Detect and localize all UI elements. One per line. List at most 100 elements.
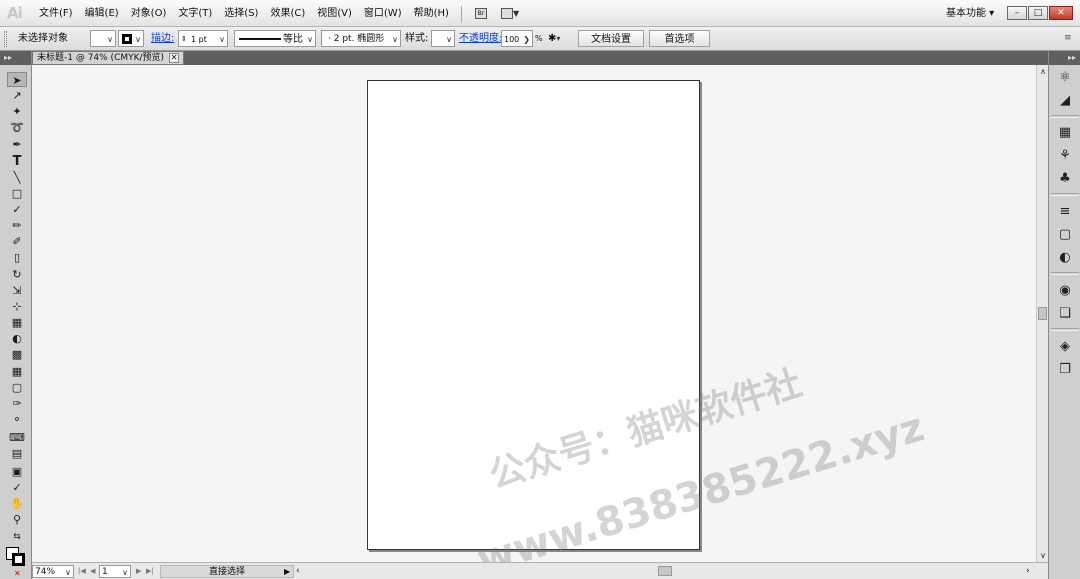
menu-type[interactable]: 文字(T): [172, 0, 218, 27]
hand-tool-icon[interactable]: ✋: [7, 496, 27, 511]
zoom-tool-icon[interactable]: ⚲: [7, 512, 27, 527]
symbol-sprayer-tool-icon[interactable]: ⌨: [7, 430, 27, 445]
dock-divider: [1051, 193, 1079, 196]
blend-tool-icon[interactable]: ⚬: [7, 412, 27, 427]
previous-artboard-icon[interactable]: ◀: [90, 565, 95, 578]
preferences-button[interactable]: 首选项: [649, 30, 710, 47]
chevron-down-icon: ∨: [392, 35, 398, 44]
opacity-label[interactable]: 不透明度:: [459, 30, 502, 47]
stroke-swatch-icon: [122, 34, 132, 44]
rectangle-tool-icon[interactable]: □: [7, 186, 27, 201]
menu-view[interactable]: 视图(V): [311, 0, 358, 27]
arrange-documents-button[interactable]: ▼: [498, 6, 522, 22]
selection-tool-icon[interactable]: ➤: [7, 72, 27, 87]
document-tab[interactable]: 未标题-1 @ 74% (CMYK/预览) ✕: [32, 51, 185, 65]
current-tool-status[interactable]: 直接选择: [160, 565, 294, 578]
appearance-panel-icon[interactable]: ◉: [1055, 282, 1075, 300]
artboard-tool-icon[interactable]: ▣: [7, 464, 27, 479]
panel-menu-icon[interactable]: ≡: [1064, 30, 1072, 47]
width-tool-icon[interactable]: ⊹: [7, 299, 27, 314]
scroll-right-icon[interactable]: ›: [1026, 565, 1030, 578]
eyedropper-tool-icon[interactable]: ✑: [7, 396, 27, 411]
color-guide-icon[interactable]: ◢: [1055, 92, 1075, 110]
brush-definition[interactable]: · 2 pt. 椭圆形 ∨: [321, 30, 401, 47]
tools-panel-header[interactable]: ▸▸: [0, 51, 31, 65]
scroll-left-icon[interactable]: ‹: [296, 565, 300, 578]
graphic-style-picker[interactable]: ∨: [431, 30, 455, 47]
slice-tool-icon[interactable]: ✓: [7, 480, 27, 495]
stroke-color-swatch[interactable]: ∨: [118, 30, 144, 47]
scale-tool-icon[interactable]: ⇲: [7, 283, 27, 298]
type-tool-icon[interactable]: T: [7, 154, 27, 169]
magic-wand-tool-icon[interactable]: ✦: [7, 104, 27, 119]
document-setup-button[interactable]: 文档设置: [578, 30, 644, 47]
stroke-weight-field[interactable]: ⇕ 1 pt ∨: [178, 30, 228, 47]
bridge-button[interactable]: Br: [472, 6, 490, 22]
restore-button[interactable]: □: [1028, 6, 1048, 20]
menu-effect[interactable]: 效果(C): [264, 0, 311, 27]
stroke-panel-icon[interactable]: ≡: [1055, 203, 1075, 221]
pen-tool-icon[interactable]: ✒: [7, 137, 27, 152]
stroke-label[interactable]: 描边:: [151, 30, 174, 47]
free-transform-tool-icon[interactable]: ▦: [7, 315, 27, 330]
menu-edit[interactable]: 编辑(E): [79, 0, 125, 27]
swatches-panel-icon[interactable]: ▦: [1055, 124, 1075, 142]
color-panel-icon[interactable]: ⚛: [1055, 69, 1075, 87]
eraser-tool-icon[interactable]: ▯: [7, 250, 27, 265]
swap-colors-icon[interactable]: ⇆: [7, 530, 27, 545]
line-tool-icon[interactable]: ╲: [7, 170, 27, 185]
paintbrush-tool-icon[interactable]: ✓: [7, 202, 27, 217]
stroke-color-icon[interactable]: [12, 553, 25, 566]
graphic-styles-panel-icon[interactable]: ❏: [1055, 305, 1075, 323]
stepper-icon[interactable]: ⇕: [181, 31, 187, 48]
recolor-artwork-button[interactable]: ✱▾: [548, 30, 572, 47]
transparency-panel-icon[interactable]: ◐: [1055, 249, 1075, 267]
selection-status: 未选择对象: [18, 33, 68, 44]
column-graph-tool-icon[interactable]: ▤: [7, 446, 27, 461]
symbols-panel-icon[interactable]: ♣: [1055, 170, 1075, 188]
minimize-button[interactable]: –: [1007, 6, 1027, 20]
none-color-icon[interactable]: ✕: [14, 569, 21, 578]
dock-collapse-icon[interactable]: ▸▸: [1049, 51, 1080, 65]
horizontal-scroll-thumb[interactable]: [658, 566, 672, 576]
vertical-scrollbar[interactable]: ∧ ∨: [1036, 65, 1048, 562]
app-logo: Ai: [7, 4, 23, 22]
next-artboard-icon[interactable]: ▶: [136, 565, 141, 578]
menu-help[interactable]: 帮助(H): [408, 0, 455, 27]
chevron-down-icon: ∨: [219, 35, 225, 44]
opacity-field[interactable]: 100 ❯: [501, 30, 533, 47]
right-panel-dock: ▸▸ ⚛ ◢ ▦ ⚘ ♣ ≡ ▢ ◐ ◉ ❏ ◈ ❐: [1048, 51, 1080, 579]
panel-grip[interactable]: [4, 31, 7, 47]
gradient-panel-icon[interactable]: ▢: [1055, 226, 1075, 244]
layers-panel-icon[interactable]: ◈: [1055, 338, 1075, 356]
workspace-switcher[interactable]: 基本功能 ▾: [946, 0, 994, 27]
direct-selection-tool-icon[interactable]: ↗: [7, 88, 27, 103]
artboard-navigator[interactable]: 1 ∨: [99, 565, 131, 578]
menu-divider: [460, 5, 462, 22]
artboards-panel-icon[interactable]: ❐: [1055, 361, 1075, 379]
menu-file[interactable]: 文件(F): [33, 0, 79, 27]
menu-object[interactable]: 对象(O): [125, 0, 173, 27]
control-bar: 未选择对象 ∨ ∨ 描边: ⇕ 1 pt ∨ 等比 ∨ · 2 pt. 椭圆形 …: [0, 27, 1080, 51]
first-artboard-icon[interactable]: |◀: [78, 565, 86, 578]
last-artboard-icon[interactable]: ▶|: [146, 565, 154, 578]
mesh-tool-icon[interactable]: ▦: [7, 364, 27, 379]
variable-width-profile[interactable]: 等比 ∨: [234, 30, 316, 47]
blob-brush-tool-icon[interactable]: ✐: [7, 234, 27, 249]
shape-builder-tool-icon[interactable]: ◐: [7, 331, 27, 346]
close-tab-icon[interactable]: ✕: [169, 53, 180, 63]
pencil-tool-icon[interactable]: ✏: [7, 218, 27, 233]
vertical-scroll-thumb[interactable]: [1038, 307, 1047, 320]
menu-window[interactable]: 窗口(W): [358, 0, 408, 27]
close-button[interactable]: ✕: [1049, 6, 1073, 20]
menu-select[interactable]: 选择(S): [218, 0, 264, 27]
brushes-panel-icon[interactable]: ⚘: [1055, 147, 1075, 165]
rotate-tool-icon[interactable]: ↻: [7, 267, 27, 282]
zoom-select[interactable]: 74% ∨: [32, 565, 74, 578]
fill-color-swatch[interactable]: ∨: [90, 30, 116, 47]
lasso-tool-icon[interactable]: ➰: [7, 120, 27, 135]
gradient-tool-icon[interactable]: ▢: [7, 380, 27, 395]
canvas-area[interactable]: 公众号：猫咪软件社 www.838385222.xyz: [32, 65, 1036, 579]
perspective-grid-tool-icon[interactable]: ▩: [7, 347, 27, 362]
status-menu-icon[interactable]: ▶: [284, 565, 290, 578]
